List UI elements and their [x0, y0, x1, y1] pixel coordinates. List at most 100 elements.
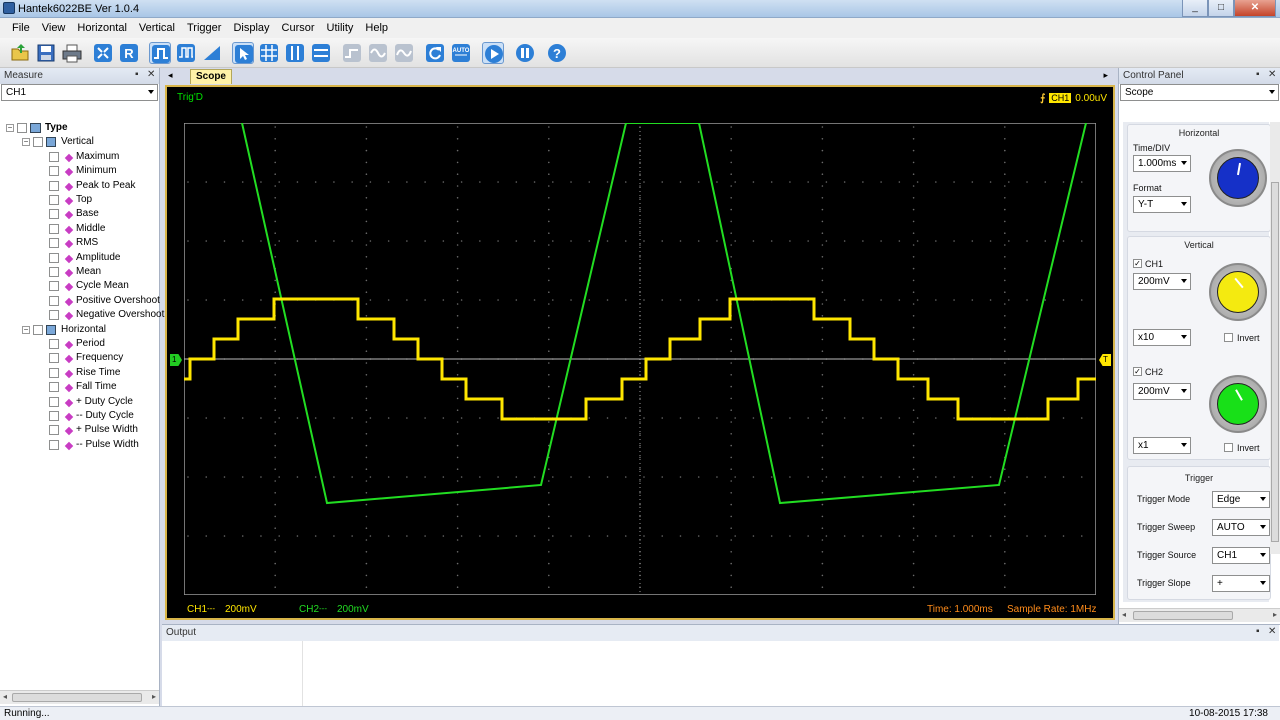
measure-checkbox[interactable]	[49, 425, 59, 436]
auto-icon[interactable]: AUTO	[450, 42, 472, 64]
measure-item[interactable]: -- Pulse Width	[0, 439, 160, 453]
measure-checkbox[interactable]	[49, 281, 59, 292]
vertical-cursor-icon[interactable]	[284, 42, 306, 64]
ch1-volt-knob[interactable]	[1209, 263, 1267, 321]
measure-item[interactable]: Maximum	[0, 151, 160, 165]
measure-item[interactable]: Positive Overshoot	[0, 295, 160, 309]
tree-group-vertical[interactable]: − Vertical	[0, 136, 160, 150]
trigger-row-select[interactable]: AUTO	[1212, 519, 1270, 536]
timediv-select[interactable]: 1.000ms	[1133, 155, 1191, 172]
help-icon[interactable]: ?	[546, 42, 568, 64]
control-mode-select[interactable]: Scope	[1120, 84, 1279, 101]
refresh-icon[interactable]	[424, 42, 446, 64]
measure-checkbox[interactable]	[49, 238, 59, 249]
ch2-volt-select[interactable]: 200mV	[1133, 383, 1191, 400]
single-pulse-icon[interactable]	[149, 42, 171, 64]
measure-checkbox[interactable]	[49, 180, 59, 191]
measure-item[interactable]: Mean	[0, 266, 160, 280]
measure-checkbox[interactable]	[49, 166, 59, 177]
measure-checkbox[interactable]	[49, 411, 59, 421]
measure-checkbox[interactable]	[49, 252, 59, 263]
measure-item[interactable]: + Pulse Width	[0, 424, 160, 438]
double-pulse-icon[interactable]	[175, 42, 197, 64]
measure-checkbox[interactable]	[49, 339, 59, 349]
measure-item[interactable]: Fall Time	[0, 381, 160, 395]
measure-item[interactable]: Minimum	[0, 165, 160, 179]
horizontal-cursor-icon[interactable]	[310, 42, 332, 64]
scroll-left-icon[interactable]: ◂	[3, 692, 7, 701]
save-icon[interactable]	[35, 42, 57, 64]
ch1-invert-checkbox[interactable]	[1224, 333, 1233, 342]
ch2-probe-select[interactable]: x1	[1133, 437, 1191, 454]
trigger-row-select[interactable]: +	[1212, 575, 1270, 592]
ch1-probe-select[interactable]: x10	[1133, 329, 1191, 346]
ramp-icon[interactable]	[201, 42, 223, 64]
tree-checkbox[interactable]	[33, 137, 43, 148]
measure-hscroll[interactable]: ◂ ▸	[0, 690, 159, 704]
measure-checkbox[interactable]	[49, 151, 59, 162]
menu-view[interactable]: View	[36, 22, 72, 34]
pin-icon[interactable]: ▪	[1256, 69, 1260, 80]
measure-checkbox[interactable]	[49, 367, 59, 378]
measure-checkbox[interactable]	[49, 396, 59, 407]
measure-item[interactable]: Top	[0, 194, 160, 208]
format-select[interactable]: Y-T	[1133, 196, 1191, 213]
scroll-thumb[interactable]	[1133, 611, 1233, 620]
measure-item[interactable]: Cycle Mean	[0, 280, 160, 294]
reset-r-icon[interactable]: R	[118, 42, 140, 64]
scroll-thumb[interactable]	[1271, 182, 1279, 542]
measure-checkbox[interactable]	[49, 295, 59, 306]
measure-item[interactable]: Middle	[0, 223, 160, 237]
measure-checkbox[interactable]	[49, 223, 59, 234]
measure-item[interactable]: Amplitude	[0, 252, 160, 266]
tree-root[interactable]: − Type	[0, 122, 160, 136]
scroll-right-icon[interactable]: ▸	[1273, 610, 1277, 619]
measure-item[interactable]: + Duty Cycle	[0, 396, 160, 410]
control-vscroll[interactable]	[1270, 122, 1280, 554]
menu-help[interactable]: Help	[359, 22, 394, 34]
measure-checkbox[interactable]	[49, 267, 59, 277]
measure-item[interactable]: RMS	[0, 237, 160, 251]
measure-item[interactable]: Rise Time	[0, 367, 160, 381]
ch1-volt-select[interactable]: 200mV	[1133, 273, 1191, 290]
scroll-thumb[interactable]	[12, 693, 142, 702]
menu-trigger[interactable]: Trigger	[181, 22, 227, 34]
close-icon[interactable]: ✕	[1268, 626, 1276, 637]
measure-channel-select[interactable]: CH1	[1, 84, 158, 101]
tree-group-horizontal[interactable]: − Horizontal	[0, 324, 160, 338]
menu-utility[interactable]: Utility	[321, 22, 360, 34]
measure-checkbox[interactable]	[49, 209, 59, 220]
measure-item[interactable]: Frequency	[0, 352, 160, 366]
timediv-knob[interactable]	[1209, 149, 1267, 207]
measure-checkbox[interactable]	[49, 439, 59, 450]
scope-grid[interactable]	[184, 123, 1096, 595]
tree-checkbox[interactable]	[17, 123, 27, 133]
menu-cursor[interactable]: Cursor	[276, 22, 321, 34]
measure-item[interactable]: Period	[0, 338, 160, 352]
close-icon[interactable]: ✕	[147, 69, 155, 80]
pin-icon[interactable]: ▪	[1256, 626, 1260, 637]
close-button[interactable]: ✕	[1234, 0, 1276, 17]
collapse-icon[interactable]: −	[22, 325, 30, 334]
ch2-invert-checkbox[interactable]	[1224, 443, 1233, 452]
tab-left-icon[interactable]: ◂	[168, 70, 173, 81]
measure-checkbox[interactable]	[49, 195, 59, 205]
measure-item[interactable]: Negative Overshoot	[0, 309, 164, 323]
print-icon[interactable]	[61, 42, 83, 64]
measure-checkbox[interactable]	[49, 382, 59, 393]
minimize-button[interactable]: _	[1182, 0, 1208, 17]
menu-display[interactable]: Display	[227, 22, 275, 34]
grid-icon[interactable]	[258, 42, 280, 64]
control-hscroll[interactable]: ◂ ▸	[1119, 608, 1280, 622]
tab-right-icon[interactable]: ▸	[1103, 70, 1108, 81]
ch2-checkbox[interactable]: ✓	[1133, 367, 1142, 376]
close-icon[interactable]: ✕	[1268, 69, 1276, 80]
trigger-row-select[interactable]: Edge	[1212, 491, 1270, 508]
ch1-checkbox[interactable]: ✓	[1133, 259, 1142, 268]
tab-scope[interactable]: Scope	[190, 69, 232, 84]
measure-checkbox[interactable]	[49, 310, 59, 321]
maximize-button[interactable]: □	[1208, 0, 1234, 17]
pin-icon[interactable]: ▪	[135, 69, 139, 80]
collapse-icon[interactable]: −	[22, 138, 30, 147]
run-icon[interactable]	[482, 42, 504, 64]
